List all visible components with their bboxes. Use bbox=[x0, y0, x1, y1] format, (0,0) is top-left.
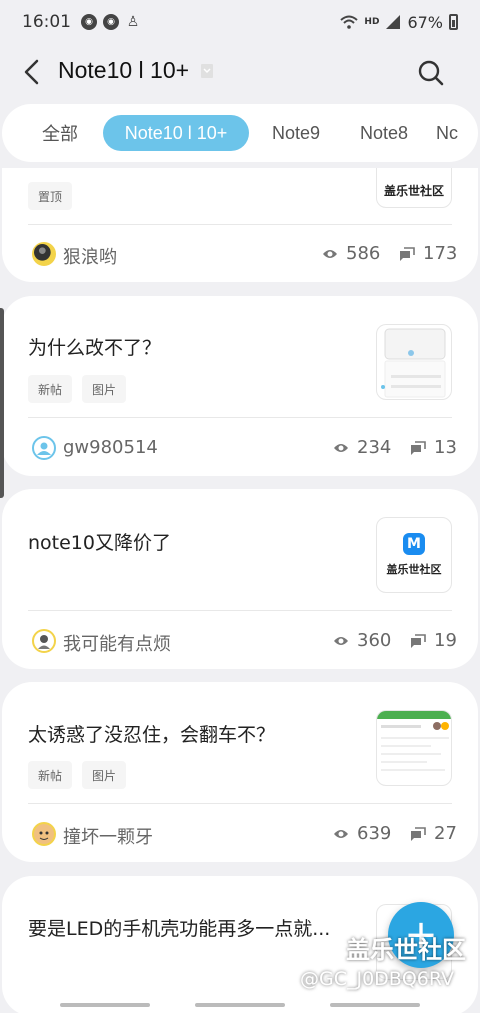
tab-note10[interactable]: Note10 l 10+ bbox=[103, 115, 249, 151]
avatar-image-icon bbox=[34, 631, 54, 651]
category-tabs: 全部 Note10 l 10+ Note9 Note8 Nc bbox=[2, 104, 478, 162]
post-tag: 图片 bbox=[82, 375, 127, 403]
watermark-logo: 盖乐世社区 bbox=[346, 936, 466, 964]
post-title: 太诱惑了没忍住，会翻车不？ bbox=[28, 724, 276, 746]
nav-hint-left[interactable] bbox=[60, 1003, 150, 1007]
post-thumbnail: M 盖乐世社区 bbox=[376, 517, 452, 593]
comment-icon bbox=[411, 826, 426, 841]
eye-icon bbox=[334, 443, 348, 452]
wifi-icon bbox=[340, 15, 359, 29]
divider bbox=[28, 803, 452, 804]
avatar[interactable] bbox=[32, 629, 56, 653]
view-count-value: 639 bbox=[357, 823, 392, 844]
page-title: Note10 l 10+ bbox=[58, 57, 190, 83]
bookmark-icon[interactable] bbox=[200, 63, 214, 79]
comment-icon bbox=[400, 246, 415, 261]
comment-icon bbox=[411, 440, 426, 455]
watermark-user: @GC_J0DBQ6RV bbox=[300, 968, 455, 990]
comment-count-value: 13 bbox=[434, 437, 457, 458]
search-icon[interactable] bbox=[414, 56, 448, 90]
nav-hint-home[interactable] bbox=[195, 1003, 285, 1007]
edge-panel-handle[interactable] bbox=[0, 308, 4, 498]
post-author[interactable]: 我可能有点烦 bbox=[63, 630, 171, 656]
comment-count-value: 173 bbox=[423, 243, 458, 264]
app-header: Note10 l 10+ bbox=[0, 44, 480, 100]
signal-icon bbox=[386, 15, 401, 29]
thumbnail-brand-text: 盖乐世社区 bbox=[386, 563, 442, 576]
comment-count-value: 27 bbox=[434, 823, 457, 844]
eye-icon bbox=[334, 636, 348, 645]
post-card[interactable]: 置顶 盖乐世社区 狠浪哟 586 173 bbox=[2, 168, 478, 282]
eye-icon bbox=[323, 249, 337, 258]
avatar[interactable] bbox=[32, 436, 56, 460]
post-title: 为什么改不了？ bbox=[28, 337, 162, 359]
app-notification-icon: ◉ bbox=[103, 14, 119, 30]
default-user-icon bbox=[37, 442, 51, 455]
post-card[interactable]: 为什么改不了？ 新帖 图片 gw980514 234 13 bbox=[2, 296, 478, 476]
divider bbox=[28, 610, 452, 611]
view-count: 234 bbox=[333, 437, 391, 458]
view-count-value: 234 bbox=[357, 437, 392, 458]
post-tag: 新帖 bbox=[28, 375, 73, 403]
status-bar: 16:01 ◉ ◉ ♙ HD 67% bbox=[0, 0, 480, 44]
brand-logo-icon: M bbox=[403, 533, 425, 555]
comment-count-value: 19 bbox=[434, 630, 457, 651]
view-count: 360 bbox=[333, 630, 391, 651]
screenshot-thumbnail-icon bbox=[381, 328, 446, 398]
tab-all[interactable]: 全部 bbox=[26, 115, 94, 151]
gesture-nav-bar bbox=[0, 1000, 480, 1013]
divider bbox=[28, 224, 452, 225]
post-author[interactable]: 撞坏一颗牙 bbox=[63, 823, 153, 849]
app-notification-icon: ◉ bbox=[81, 14, 97, 30]
post-card[interactable]: 太诱惑了没忍住，会翻车不？ 新帖 图片 撞坏一颗牙 639 27 bbox=[2, 682, 478, 862]
avatar-image-icon bbox=[34, 244, 51, 261]
tab-note9[interactable]: Note9 bbox=[258, 115, 334, 151]
battery-icon bbox=[449, 14, 458, 30]
post-thumbnail: 盖乐世社区 bbox=[376, 168, 452, 208]
post-title: 要是LED的手机壳功能再多一点就... bbox=[28, 918, 331, 940]
hd-icon: HD bbox=[364, 17, 380, 27]
view-count: 639 bbox=[333, 823, 391, 844]
view-count: 586 bbox=[322, 243, 380, 264]
avatar-image-icon bbox=[34, 824, 54, 844]
eye-icon bbox=[334, 829, 348, 838]
post-tag: 新帖 bbox=[28, 761, 73, 789]
notification-icons: ◉ ◉ ♙ bbox=[81, 14, 141, 30]
post-author[interactable]: 狠浪哟 bbox=[63, 243, 117, 269]
post-title: note10又降价了 bbox=[28, 532, 171, 554]
avatar[interactable] bbox=[32, 242, 56, 266]
post-thumbnail bbox=[376, 324, 452, 400]
post-thumbnail bbox=[376, 710, 452, 786]
comment-count: 173 bbox=[399, 243, 457, 264]
post-author[interactable]: gw980514 bbox=[63, 437, 158, 458]
back-button[interactable] bbox=[18, 56, 46, 88]
post-tag: 图片 bbox=[82, 761, 127, 789]
app-notification-icon: ♙ bbox=[126, 14, 140, 30]
screenshot-thumbnail-icon bbox=[377, 711, 451, 771]
avatar[interactable] bbox=[32, 822, 56, 846]
comment-count: 13 bbox=[410, 437, 457, 458]
comment-count: 27 bbox=[410, 823, 457, 844]
status-time: 16:01 bbox=[22, 12, 71, 32]
view-count-value: 586 bbox=[346, 243, 381, 264]
nav-hint-right[interactable] bbox=[330, 1003, 420, 1007]
comment-icon bbox=[411, 633, 426, 648]
post-card[interactable]: note10又降价了 M 盖乐世社区 我可能有点烦 360 19 bbox=[2, 489, 478, 669]
tab-note8[interactable]: Note8 bbox=[346, 115, 422, 151]
chevron-left-icon bbox=[24, 59, 39, 85]
thumbnail-brand-text: 盖乐世社区 bbox=[383, 184, 444, 198]
comment-count: 19 bbox=[410, 630, 457, 651]
tab-more[interactable]: Nc bbox=[436, 115, 478, 151]
post-tag: 置顶 bbox=[28, 182, 73, 210]
battery-percent: 67% bbox=[407, 12, 443, 32]
divider bbox=[28, 417, 452, 418]
view-count-value: 360 bbox=[357, 630, 392, 651]
